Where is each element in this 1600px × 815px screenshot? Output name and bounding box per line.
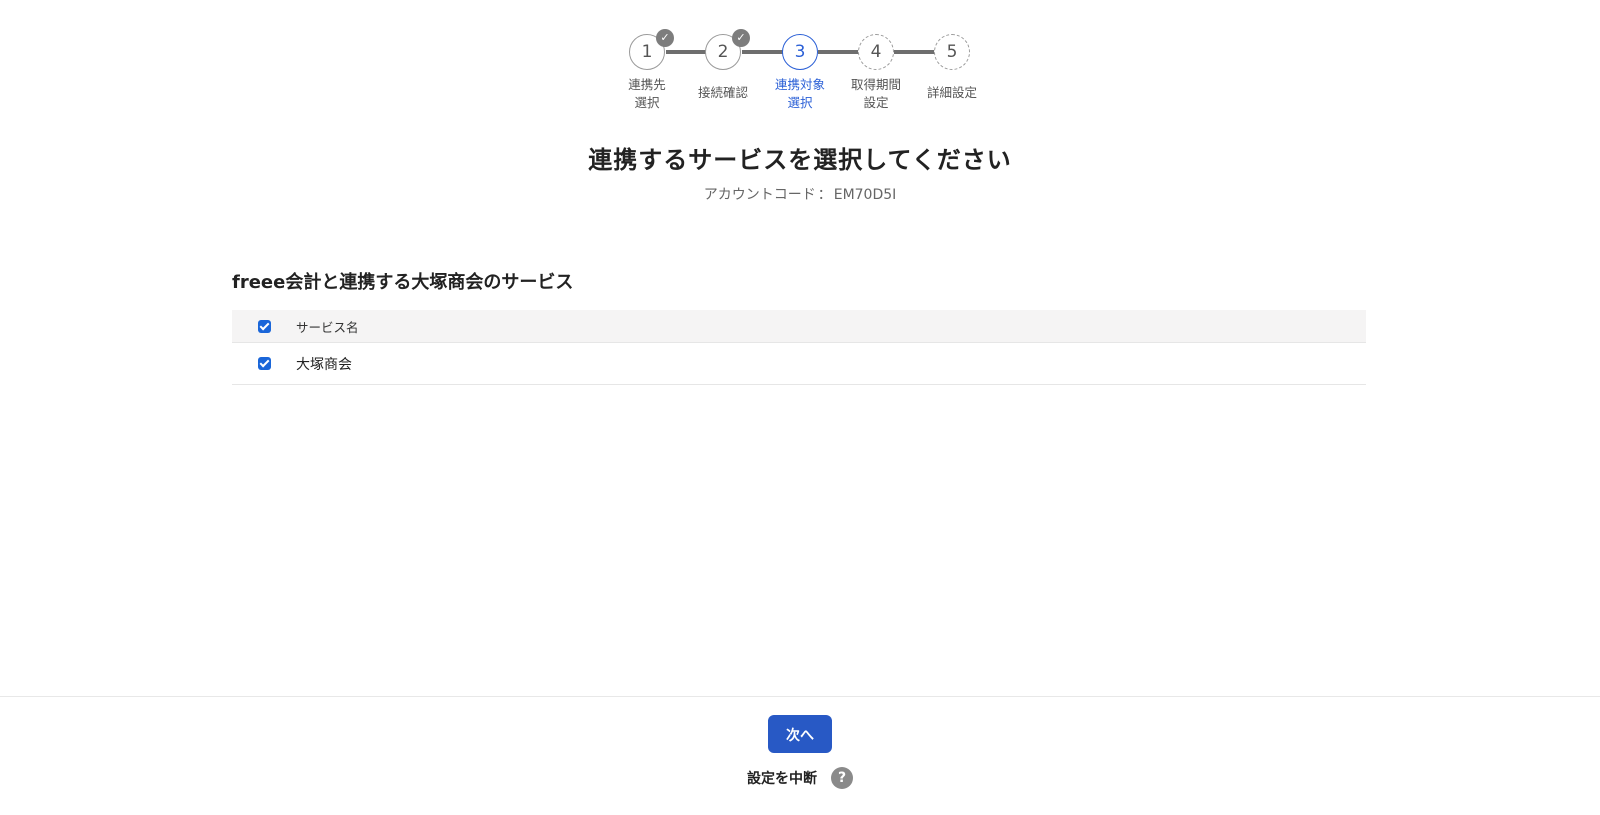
step-2-circle: 2 ✓ bbox=[705, 29, 750, 70]
step-3-number: 3 bbox=[794, 42, 806, 62]
step-3: 3 連携対象 選択 bbox=[760, 34, 840, 112]
select-all-checkbox[interactable] bbox=[257, 319, 271, 333]
step-2: 2 ✓ 接続確認 bbox=[683, 29, 763, 102]
check-icon: ✓ bbox=[656, 29, 674, 47]
check-icon: ✓ bbox=[732, 29, 750, 47]
step-4: 4 取得期間 設定 bbox=[836, 34, 916, 112]
footer-bar: 次へ 設定を中断 ? bbox=[0, 696, 1600, 815]
progress-stepper: 1 ✓ 連携先 選択 2 ✓ 接続確認 3 連携対象 選択 4 取得期間 設定 bbox=[0, 29, 1600, 124]
column-header-service-name: サービス名 bbox=[296, 319, 359, 335]
step-5-label: 詳細設定 bbox=[926, 85, 977, 100]
step-3-circle: 3 bbox=[782, 34, 818, 70]
account-code-separator: ： bbox=[817, 187, 832, 203]
step-2-label: 接続確認 bbox=[697, 85, 748, 100]
table-header-row: サービス名 bbox=[232, 310, 1366, 343]
step-1: 1 ✓ 連携先 選択 bbox=[607, 29, 687, 112]
next-button[interactable]: 次へ bbox=[768, 715, 832, 753]
suspend-area: 設定を中断 ? bbox=[0, 767, 1600, 789]
step-4-number: 4 bbox=[870, 42, 882, 62]
step-5-circle: 5 bbox=[934, 34, 970, 70]
step-2-number: 2 bbox=[717, 42, 729, 62]
account-code: アカウントコード： EM70D5I bbox=[0, 184, 1600, 204]
step-1-number: 1 bbox=[641, 42, 653, 62]
suspend-setup-link[interactable]: 設定を中断 bbox=[747, 768, 817, 788]
table-row: 大塚商会 bbox=[232, 343, 1366, 385]
step-1-label: 連携先 選択 bbox=[628, 77, 666, 110]
page-title: 連携するサービスを選択してください bbox=[588, 146, 1012, 174]
step-5: 5 詳細設定 bbox=[912, 34, 992, 102]
page: 1 ✓ 連携先 選択 2 ✓ 接続確認 3 連携対象 選択 4 取得期間 設定 bbox=[0, 0, 1600, 815]
help-icon[interactable]: ? bbox=[831, 767, 853, 789]
section-title: freee会計と連携する大塚商会のサービス bbox=[232, 272, 574, 293]
service-checkbox[interactable] bbox=[257, 357, 271, 370]
account-code-value: EM70D5I bbox=[833, 187, 897, 203]
row-check-cell bbox=[232, 357, 296, 370]
step-3-label: 連携対象 選択 bbox=[774, 77, 825, 110]
step-4-circle: 4 bbox=[858, 34, 894, 70]
service-name: 大塚商会 bbox=[296, 356, 352, 373]
service-table: サービス名 大塚商会 bbox=[232, 310, 1366, 385]
step-4-label: 取得期間 設定 bbox=[850, 77, 901, 110]
account-code-label: アカウントコード bbox=[703, 187, 816, 203]
step-5-number: 5 bbox=[946, 42, 958, 62]
select-all-cell bbox=[232, 319, 296, 333]
step-1-circle: 1 ✓ bbox=[629, 29, 674, 70]
